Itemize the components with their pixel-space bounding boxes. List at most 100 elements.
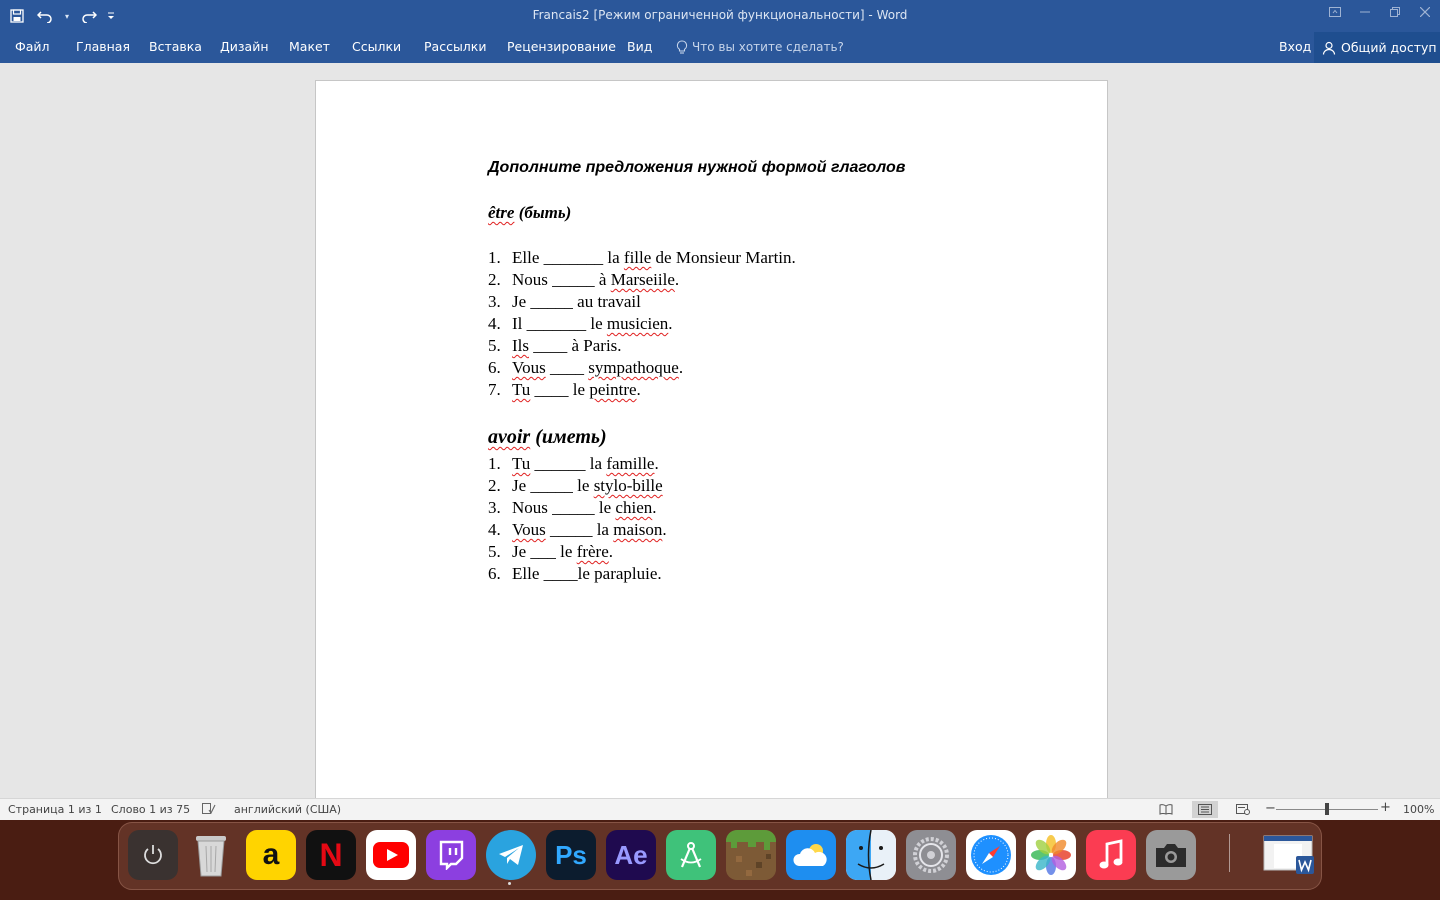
print-layout-button[interactable] <box>1192 801 1218 818</box>
misspelled-word: Tu <box>512 380 531 399</box>
misspelled-word: Tu <box>512 454 531 473</box>
item-number: 6. <box>488 564 501 583</box>
document-page[interactable]: Дополните предложения нужной формой глаг… <box>315 80 1108 798</box>
tell-me-label: Что вы хотите сделать? <box>692 40 844 54</box>
dock-minecraft-app[interactable] <box>726 830 776 880</box>
dock-safari-app[interactable] <box>966 830 1016 880</box>
exercise-item: 2. Nous _____ à Marseiile. <box>488 269 796 291</box>
sign-in-link[interactable]: Вход <box>1279 36 1311 58</box>
exercise-item: 3. Nous _____ le chien. <box>488 497 667 519</box>
telegram-icon <box>499 845 523 865</box>
tab-layout[interactable]: Макет <box>289 36 330 58</box>
item-text: . <box>652 498 657 517</box>
item-text: . <box>608 542 614 561</box>
dock-instruments-app[interactable] <box>666 830 716 880</box>
minimize-icon <box>1360 11 1370 13</box>
ribbon-tab-bar: Файл Главная Вставка Дизайн Макет Ссылки… <box>0 32 1440 63</box>
misspelled-word: maison <box>613 520 663 539</box>
item-text: Elle _______ la <box>512 248 624 267</box>
dock-twitch-app[interactable] <box>426 830 476 880</box>
person-icon <box>1322 41 1336 55</box>
dock-screenshot-app[interactable] <box>1146 830 1196 880</box>
misspelled-word: famille <box>606 454 655 473</box>
tab-file[interactable]: Файл <box>15 36 50 58</box>
misspelled-word: Vous <box>512 520 546 539</box>
proofing-icon[interactable] <box>202 803 216 818</box>
running-indicator <box>508 882 511 885</box>
tell-me-search[interactable]: Что вы хотите сделать? <box>676 36 844 58</box>
tab-view[interactable]: Вид <box>627 36 652 58</box>
dock-trash[interactable] <box>186 830 236 880</box>
dock-system-preferences-app[interactable] <box>906 830 956 880</box>
zoom-out-button[interactable]: − <box>1265 801 1276 816</box>
web-layout-button[interactable] <box>1230 801 1256 818</box>
page-count[interactable]: Страница 1 из 1 <box>8 803 102 816</box>
read-mode-button[interactable] <box>1153 801 1179 818</box>
item-text: _____ la <box>545 520 614 539</box>
compass-safari-icon <box>971 835 1011 875</box>
grass-block-icon <box>726 830 776 880</box>
tab-insert[interactable]: Вставка <box>149 36 202 58</box>
misspelled-word: sympathoque <box>588 358 679 377</box>
section-title-word: avoir <box>488 426 531 448</box>
dock-weather-app[interactable] <box>786 830 836 880</box>
section-title-word: être <box>488 203 515 222</box>
misspelled-word: fille <box>623 248 652 267</box>
zoom-level[interactable]: 100% <box>1403 803 1434 816</box>
misspelled-word: Marseiile <box>610 270 675 289</box>
document-heading: Дополните предложения нужной формой глаг… <box>488 159 906 176</box>
minimize-button[interactable] <box>1350 0 1380 24</box>
item-text: . <box>654 454 659 473</box>
tab-design[interactable]: Дизайн <box>220 36 269 58</box>
zoom-in-button[interactable]: + <box>1380 800 1391 815</box>
tab-review[interactable]: Рецензирование <box>507 36 616 58</box>
item-text: ______ la <box>530 454 607 473</box>
exercise-item: 3. Je _____ au travail <box>488 291 796 313</box>
item-text: . <box>668 314 673 333</box>
dock-netflix-app[interactable]: N <box>306 830 356 880</box>
exercise-list-avoir: 1. Tu ______ la famille. 2. Je _____ le sty… <box>488 453 667 585</box>
dock-youtube-app[interactable] <box>366 830 416 880</box>
item-number: 5. <box>488 542 501 561</box>
item-text: ____ le <box>530 380 590 399</box>
dock-finder-app[interactable] <box>846 830 896 880</box>
weather-icon <box>793 844 827 866</box>
dock-photoshop-app[interactable]: Ps <box>546 830 596 880</box>
camera-icon <box>1156 844 1186 867</box>
item-text: Nous _____ à <box>512 270 611 289</box>
share-button[interactable]: Общий доступ <box>1314 32 1440 63</box>
document-area[interactable]: Дополните предложения нужной формой глаг… <box>0 63 1440 798</box>
close-button[interactable] <box>1410 0 1440 24</box>
dock-power-app[interactable] <box>128 830 178 880</box>
share-label: Общий доступ <box>1341 40 1437 55</box>
tab-home[interactable]: Главная <box>76 36 130 58</box>
ribbon-display-options-button[interactable] <box>1320 0 1350 24</box>
lightbulb-icon <box>676 39 688 54</box>
dock-music-app[interactable] <box>1086 830 1136 880</box>
tab-mailings[interactable]: Рассылки <box>424 36 486 58</box>
restore-button[interactable] <box>1380 0 1410 24</box>
music-note-icon <box>1099 839 1123 869</box>
word-count[interactable]: Слово 1 из 75 <box>111 803 190 816</box>
dock-amazon-app[interactable]: a <box>246 830 296 880</box>
dock-photos-app[interactable] <box>1026 830 1076 880</box>
item-text: de Monsieur Martin. <box>651 248 796 267</box>
dock-after-effects-app[interactable]: Ae <box>606 830 656 880</box>
dock-minimized-word-window[interactable] <box>1262 830 1318 880</box>
item-text: Je ___ le <box>512 542 577 561</box>
tab-references[interactable]: Ссылки <box>352 36 401 58</box>
section-title-etre: être (быть) <box>488 203 571 223</box>
exercise-item: 6. Elle ____le parapluie. <box>488 563 667 585</box>
ribbon-display-icon <box>1329 7 1341 17</box>
item-text: ____ à Paris. <box>529 336 622 355</box>
zoom-slider-thumb[interactable] <box>1325 803 1329 815</box>
item-number: 2. <box>488 270 501 289</box>
section-title-rest: (быть) <box>514 203 572 222</box>
misspelled-word: chien <box>615 498 653 517</box>
trash-icon <box>196 836 226 877</box>
item-number: 3. <box>488 292 501 311</box>
exercise-item: 6. Vous ____ sympathoque. <box>488 357 796 379</box>
dock-telegram-app[interactable] <box>486 830 536 880</box>
language-indicator[interactable]: английский (США) <box>234 803 341 816</box>
item-text: . <box>674 270 680 289</box>
